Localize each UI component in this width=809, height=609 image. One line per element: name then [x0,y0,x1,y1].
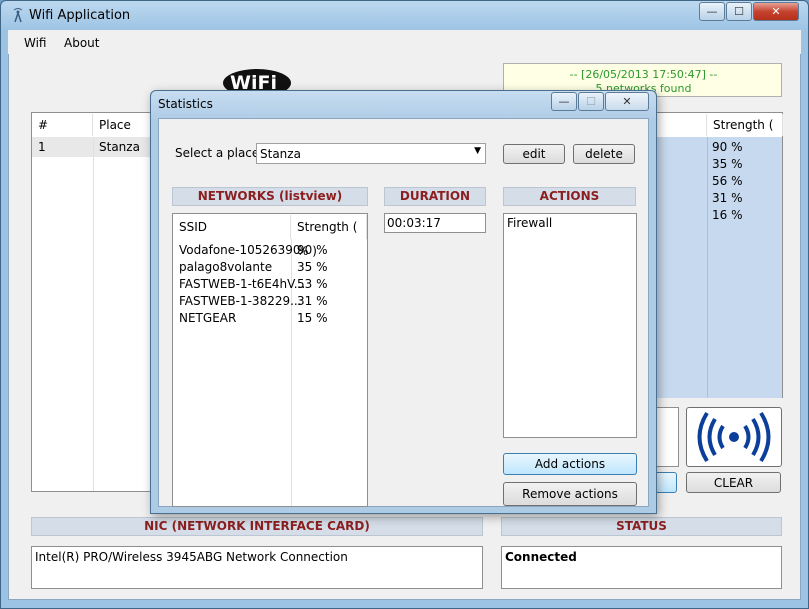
close-button[interactable]: ✕ [753,2,799,21]
ssid: FASTWEB-1-38229... [179,294,302,308]
strength: 35 % [297,260,328,274]
chevron-down-icon: ▼ [474,146,481,156]
nic-value: Intel(R) PRO/Wireless 3945ABG Network Co… [35,550,348,564]
edit-button[interactable]: edit [503,144,565,164]
actions-list[interactable]: Firewall [503,213,637,438]
column-header-place[interactable]: Place [93,114,156,136]
strength: 15 % [297,311,328,325]
column-header-strength[interactable]: Strength ( % ) [707,114,783,154]
status-box: Connected [501,546,782,589]
duration-value: 00:03:17 [387,216,441,230]
column-header-partial [656,114,707,136]
menu-about[interactable]: About [64,36,99,50]
nic-title: NIC (NETWORK INTERFACE CARD) [31,517,483,536]
table-row[interactable]: 1 Stanza [32,137,156,157]
dialog-title: Statistics [158,97,213,111]
networks-title: NETWORKS (listview) [172,187,368,206]
row-place: Stanza [99,140,140,154]
list-item[interactable]: FASTWEB-1-38229... 31 % [173,293,367,310]
signal-panel [655,407,679,467]
timestamp-text: -- [26/05/2013 17:50:47] -- [569,68,718,81]
statistics-dialog: Statistics — ☐ ✕ Select a place: Stanza … [150,90,657,514]
duration-title: DURATION [384,187,486,206]
maximize-button[interactable]: ☐ [726,2,752,21]
place-label: Select a place: [175,146,264,160]
ssid: palago8volante [179,260,273,274]
menu-bar [8,30,801,54]
ssid: FASTWEB-1-t6E4hV... [179,277,306,291]
place-select[interactable]: Stanza ▼ [256,143,486,164]
hidden-button[interactable] [655,472,677,493]
clear-button[interactable]: CLEAR [686,472,781,493]
wifi-signal-icon [697,411,771,463]
strength-value: 31 % [712,191,743,205]
list-item[interactable]: palago8volante 35 % [173,259,367,276]
minimize-button[interactable]: — [699,2,725,21]
column-header-num[interactable]: # [32,114,93,136]
status-title: STATUS [501,517,782,536]
dialog-client-area: Select a place: Stanza ▼ edit delete NET… [158,118,649,507]
list-item[interactable]: Firewall [507,216,552,230]
networks-listview[interactable]: SSID Strength ( % ) Vodafone-10526390 90… [172,213,368,507]
actions-title: ACTIONS [503,187,636,206]
strength: 31 % [297,294,328,308]
list-item[interactable]: Vodafone-10526390 90 % [173,242,367,259]
list-item[interactable]: FASTWEB-1-t6E4hV... 53 % [173,276,367,293]
column-header-strength[interactable]: Strength ( % ) [291,215,367,258]
nic-box: Intel(R) PRO/Wireless 3945ABG Network Co… [31,546,483,589]
strength: 53 % [297,277,328,291]
add-actions-button[interactable]: Add actions [503,453,637,475]
signal-button[interactable] [686,407,782,467]
remove-actions-button[interactable]: Remove actions [503,482,637,506]
list-item[interactable]: NETGEAR 15 % [173,310,367,327]
ssid: NETGEAR [179,311,237,325]
strength-value: 35 % [712,157,743,171]
strength-divider [707,137,708,398]
column-header-ssid[interactable]: SSID [173,215,291,239]
strength-value: 90 % [712,140,743,154]
column-divider [93,137,94,491]
ssid: Vodafone-10526390 [179,243,301,257]
dialog-minimize-button[interactable]: — [551,92,577,111]
wifi-app-icon [11,7,25,23]
strength-value: 16 % [712,208,743,222]
strength-grid[interactable]: Strength ( % ) 90 % 35 % 56 % 31 % 16 % [655,112,783,398]
menu-wifi[interactable]: Wifi [24,36,47,50]
dialog-maximize-button[interactable]: ☐ [578,92,604,111]
window-title: Wifi Application [29,8,131,23]
row-num: 1 [38,140,46,154]
delete-button[interactable]: delete [573,144,635,164]
places-table[interactable]: # Place 1 Stanza [31,112,156,492]
place-select-value: Stanza [260,147,301,161]
strength-value: 56 % [712,174,743,188]
duration-field[interactable]: 00:03:17 [384,213,486,233]
status-value: Connected [505,550,577,564]
dialog-close-button[interactable]: ✕ [605,92,649,111]
strength: 90 % [297,243,328,257]
